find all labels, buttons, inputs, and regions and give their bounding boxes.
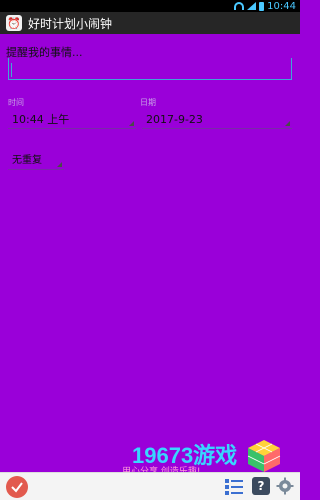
status-bar: 10:44 bbox=[0, 0, 300, 12]
alarm-clock-icon[interactable]: ⏰ bbox=[6, 15, 22, 31]
action-bar: ⏰ 好时计划小闹钟 bbox=[0, 12, 300, 34]
wifi-icon bbox=[234, 2, 245, 10]
text-cursor bbox=[11, 63, 12, 77]
bottom-toolbar: ? bbox=[0, 472, 300, 500]
date-label: 日期 bbox=[140, 98, 156, 107]
repeat-selector[interactable]: 无重复 bbox=[8, 152, 64, 170]
cube-logo-icon bbox=[247, 440, 281, 472]
time-picker[interactable]: 10:44 上午 bbox=[8, 111, 136, 129]
help-button[interactable]: ? bbox=[252, 477, 270, 495]
heart-check-icon bbox=[11, 482, 23, 493]
list-icon[interactable] bbox=[224, 477, 244, 497]
status-time: 10:44 bbox=[267, 0, 296, 12]
date-picker[interactable]: 2017-9-23 bbox=[142, 111, 292, 129]
confirm-heart-button[interactable] bbox=[6, 476, 28, 498]
signal-icon bbox=[247, 2, 257, 10]
gear-icon[interactable] bbox=[276, 477, 294, 495]
app-title: 好时计划小闹钟 bbox=[28, 16, 113, 31]
reminder-input[interactable] bbox=[8, 58, 292, 80]
status-icons: 10:44 bbox=[234, 0, 296, 12]
time-label: 时间 bbox=[8, 98, 24, 107]
battery-icon bbox=[259, 1, 265, 11]
